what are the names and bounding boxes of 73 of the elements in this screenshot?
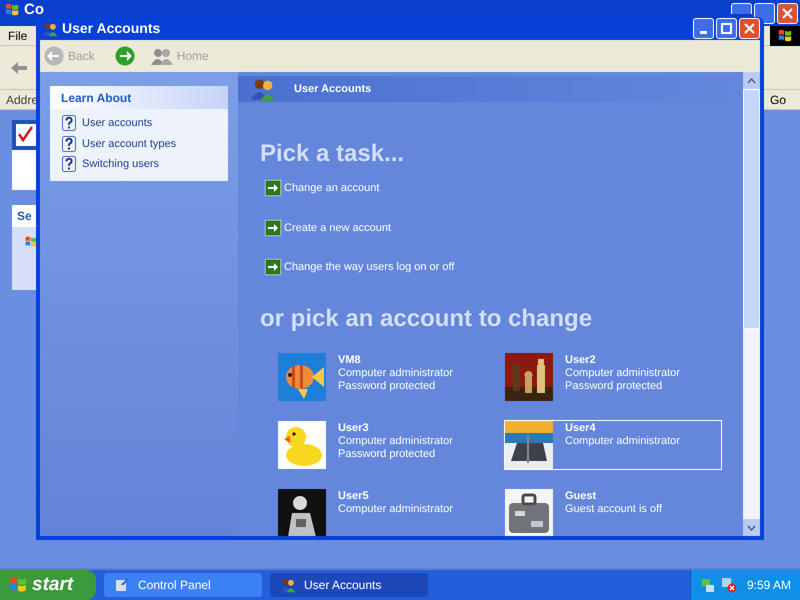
chevron-down-icon — [747, 524, 756, 530]
account-detail: Computer administrator — [338, 502, 453, 516]
account-detail: Computer administrator — [565, 366, 680, 380]
maximize-icon — [721, 23, 732, 34]
network-icon — [701, 577, 715, 593]
maximize-button[interactable] — [716, 18, 737, 39]
taskbar-button[interactable]: Control Panel — [104, 573, 262, 597]
account-name: VM8 — [338, 354, 362, 366]
section-heading: Pick a task... — [260, 140, 406, 168]
help-icon — [62, 115, 76, 132]
task-link[interactable]: Change the way users log on or off — [284, 259, 454, 276]
minimize-button[interactable] — [731, 3, 752, 14]
panel-title: Learn About — [61, 90, 132, 106]
users-icon — [42, 20, 58, 36]
help-icon — [62, 156, 76, 172]
task-link[interactable]: Change an account — [284, 180, 380, 196]
help-link[interactable]: User account types — [82, 136, 176, 152]
users-icon — [150, 47, 173, 65]
minimize-icon — [700, 31, 707, 34]
clock: 9:59 AM — [747, 577, 792, 594]
account-tile[interactable]: User3 Computer administrator Password protected — [277, 420, 506, 470]
task-link[interactable]: Create a new account — [284, 220, 392, 236]
close-button[interactable] — [739, 18, 760, 39]
account-detail: Computer administrator — [338, 434, 453, 448]
account-detail: Password protected — [338, 380, 436, 392]
account-tile[interactable]: VM8 Computer administrator Password protected — [277, 352, 506, 402]
taskbar-button[interactable]: User Accounts — [270, 573, 428, 597]
scroll-down-button[interactable] — [743, 519, 760, 536]
help-link[interactable]: User accounts — [82, 115, 152, 132]
arrow-icon — [265, 220, 281, 236]
header-title: User Accounts — [294, 82, 372, 97]
account-detail: Computer administrator — [565, 434, 680, 448]
account-tile[interactable]: User4 Computer administrator — [504, 420, 722, 470]
window-title: User Accounts — [62, 19, 160, 38]
account-name: User5 — [338, 490, 370, 502]
close-icon — [744, 23, 755, 34]
help-icon — [62, 136, 76, 152]
account-detail: Guest account is off — [565, 502, 662, 516]
users-icon — [280, 577, 296, 593]
arrow-icon — [265, 180, 281, 196]
windows-logo-icon — [4, 2, 20, 18]
task-pane-title: Se — [17, 208, 32, 225]
account-name: User2 — [565, 354, 597, 366]
account-detail: Password protected — [338, 448, 436, 460]
home-button[interactable]: Home — [150, 47, 209, 65]
account-detail: Password protected — [565, 380, 664, 392]
account-tile[interactable]: User2 Computer administrator Password protected — [504, 352, 722, 402]
scroll-thumb[interactable] — [743, 89, 760, 329]
account-name: User4 — [565, 422, 597, 434]
menu-item[interactable]: File — [8, 26, 28, 44]
account-name: User3 — [338, 422, 370, 434]
account-tile[interactable]: Guest Guest account is off — [504, 488, 722, 536]
checklist-icon — [14, 122, 38, 148]
account-detail: Computer administrator — [338, 366, 453, 380]
start-button[interactable]: start — [0, 570, 96, 600]
arrow-icon — [265, 259, 281, 276]
windows-logo-icon — [24, 235, 38, 249]
window-title: Co — [24, 2, 44, 17]
network-error-icon — [721, 577, 737, 593]
go-button[interactable]: Go — [770, 90, 786, 108]
windows-logo-icon — [777, 28, 793, 44]
help-link[interactable]: Switching users — [82, 156, 160, 172]
close-icon — [782, 8, 793, 19]
close-button[interactable] — [777, 3, 798, 24]
control-panel-icon — [114, 577, 130, 593]
back-button[interactable]: Back — [44, 46, 95, 66]
account-tile[interactable]: User5 Computer administrator — [277, 488, 506, 536]
section-heading: or pick an account to change — [260, 304, 594, 332]
minimize-button[interactable] — [693, 18, 714, 39]
back-arrow-icon[interactable] — [10, 60, 28, 74]
account-name: Guest — [565, 490, 598, 502]
chevron-up-icon — [747, 78, 756, 84]
scroll-up-button[interactable] — [743, 72, 760, 89]
